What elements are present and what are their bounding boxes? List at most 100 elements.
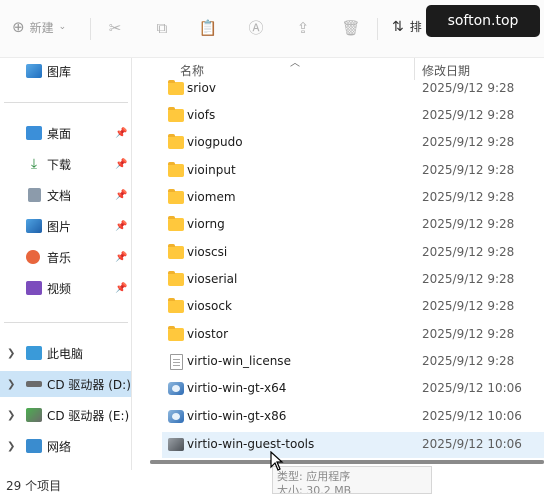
videos-icon — [26, 281, 42, 295]
rename-icon[interactable]: Ⓐ — [245, 17, 267, 39]
mouse-cursor-icon — [270, 451, 284, 471]
file-name: virtio-win_license — [187, 354, 291, 368]
installer-icon — [168, 382, 184, 395]
folder-icon — [168, 107, 184, 122]
sidebar-item-label: 视频 — [47, 281, 72, 296]
sidebar-item-label: CD 驱动器 (D:) — [47, 377, 131, 392]
file-list: ︿ 名称 修改日期 sriov 2025/9/12 9:28 viofs 202… — [146, 58, 544, 470]
sidebar-item-gallery[interactable]: 图库 — [0, 58, 131, 84]
file-row[interactable]: virtio-win-gt-x86 2025/9/12 10:06 — [162, 404, 544, 430]
file-name: vioserial — [187, 272, 238, 286]
status-item-count: 29 个项目 — [6, 479, 62, 493]
installer-icon — [168, 410, 184, 423]
sidebar-item-music[interactable]: 音乐 📌 — [0, 244, 131, 270]
file-row[interactable]: viofs 2025/9/12 9:28 — [162, 103, 544, 129]
scrollbar-thumb[interactable] — [150, 460, 544, 464]
file-date: 2025/9/12 9:28 — [422, 163, 515, 177]
gallery-icon — [26, 64, 42, 78]
copy-icon[interactable]: ⧉ — [151, 17, 173, 39]
file-row[interactable]: sriov 2025/9/12 9:28 — [162, 76, 544, 102]
navigation-pane: 图库 桌面 📌 ⤓ 下载 📌 文档 📌 图片 📌 音乐 📌 视频 📌 ❯ 此电脑… — [0, 58, 131, 470]
folder-icon — [168, 189, 184, 204]
tooltip-size: 大小: 30.2 MB — [277, 484, 352, 494]
pin-icon[interactable]: 📌 — [115, 159, 127, 170]
chevron-right-icon[interactable]: ❯ — [7, 379, 15, 390]
file-name: viogpudo — [187, 135, 243, 149]
sort-button[interactable]: ⇅ 排 — [392, 18, 422, 35]
file-row[interactable]: virtio-win-guest-tools 2025/9/12 10:06 — [162, 432, 544, 458]
sidebar-item-desktop[interactable]: 桌面 📌 — [0, 120, 131, 146]
sidebar-item-downloads[interactable]: ⤓ 下载 📌 — [0, 151, 131, 177]
pin-icon[interactable]: 📌 — [115, 128, 127, 139]
file-date: 2025/9/12 9:28 — [422, 354, 515, 368]
file-row[interactable]: viosock 2025/9/12 9:28 — [162, 294, 544, 320]
file-name: vioscsi — [187, 245, 228, 259]
sidebar-item-label: CD 驱动器 (E:) — [47, 408, 130, 423]
cut-icon[interactable]: ✂ — [104, 17, 126, 39]
file-date: 2025/9/12 9:28 — [422, 190, 515, 204]
share-icon[interactable]: ⇪ — [292, 17, 314, 39]
file-date: 2025/9/12 9:28 — [422, 81, 515, 95]
sidebar-item-documents[interactable]: 文档 📌 — [0, 182, 131, 208]
folder-icon — [168, 244, 184, 259]
file-row[interactable]: vioscsi 2025/9/12 9:28 — [162, 240, 544, 266]
folder-icon — [168, 326, 184, 341]
chevron-right-icon[interactable]: ❯ — [7, 348, 15, 359]
pin-icon[interactable]: 📌 — [115, 283, 127, 294]
pin-icon[interactable]: 📌 — [115, 221, 127, 232]
file-name: virtio-win-guest-tools — [187, 437, 315, 451]
file-row[interactable]: virtio-win-gt-x64 2025/9/12 10:06 — [162, 376, 544, 402]
command-bar: ⊕ 新建 ⌄ ✂ ⧉ 📋 Ⓐ ⇪ 🗑 ⇅ 排 softon.top — [0, 0, 544, 58]
file-date: 2025/9/12 9:28 — [422, 299, 515, 313]
folder-icon — [168, 80, 184, 95]
delete-icon[interactable]: 🗑 — [340, 17, 362, 39]
sidebar-item-this-pc[interactable]: ❯ 此电脑 — [0, 340, 131, 366]
file-row[interactable]: vioserial 2025/9/12 9:28 — [162, 267, 544, 293]
file-name: viostor — [187, 327, 229, 341]
documents-icon — [28, 188, 41, 202]
chevron-right-icon[interactable]: ❯ — [7, 410, 15, 421]
cd-drive-icon — [26, 408, 42, 422]
file-tooltip: 类型: 应用程序 大小: 30.2 MB — [272, 466, 432, 494]
file-name: vioinput — [187, 163, 236, 177]
chevron-right-icon[interactable]: ❯ — [7, 441, 15, 452]
file-row[interactable]: viogpudo 2025/9/12 9:28 — [162, 130, 544, 156]
folder-icon — [168, 134, 184, 149]
sidebar-item-cd-drive-d[interactable]: ❯ CD 驱动器 (D:) — [0, 371, 131, 397]
pin-icon[interactable]: 📌 — [115, 252, 127, 263]
file-row[interactable]: viorng 2025/9/12 9:28 — [162, 212, 544, 238]
cd-drive-icon — [26, 381, 42, 387]
new-button-label: 新建 — [29, 20, 54, 35]
file-date: 2025/9/12 9:28 — [422, 272, 515, 286]
file-row[interactable]: viostor 2025/9/12 9:28 — [162, 322, 544, 348]
file-row[interactable]: vioinput 2025/9/12 9:28 — [162, 158, 544, 184]
sidebar-item-label: 此电脑 — [47, 346, 84, 361]
sidebar-item-videos[interactable]: 视频 📌 — [0, 275, 131, 301]
paste-icon[interactable]: 📋 — [197, 17, 219, 39]
sidebar-item-label: 桌面 — [47, 126, 72, 141]
pin-icon[interactable]: 📌 — [115, 190, 127, 201]
file-row[interactable]: virtio-win_license 2025/9/12 9:28 — [162, 349, 544, 375]
plus-circle-icon: ⊕ — [12, 18, 25, 36]
file-date: 2025/9/12 9:28 — [422, 245, 515, 259]
sidebar-item-pictures[interactable]: 图片 📌 — [0, 213, 131, 239]
pane-splitter[interactable] — [131, 58, 132, 470]
sidebar-item-network[interactable]: ❯ 网络 — [0, 433, 131, 459]
sidebar-item-label: 下载 — [47, 157, 72, 172]
horizontal-scrollbar[interactable] — [150, 460, 544, 464]
sort-button-label: 排 — [409, 20, 422, 34]
toolbar-divider — [377, 18, 378, 40]
sidebar-item-label: 文档 — [47, 188, 72, 203]
file-date: 2025/9/12 9:28 — [422, 217, 515, 231]
file-name: viorng — [187, 217, 225, 231]
folder-icon — [168, 298, 184, 313]
download-icon: ⤓ — [30, 156, 38, 172]
sort-icon: ⇅ — [392, 18, 404, 35]
sidebar-item-cd-drive-e[interactable]: ❯ CD 驱动器 (E:) — [0, 402, 131, 428]
tooltip-type: 类型: 应用程序 — [277, 470, 351, 483]
file-date: 2025/9/12 10:06 — [422, 381, 522, 395]
file-row[interactable]: viomem 2025/9/12 9:28 — [162, 185, 544, 211]
document-icon — [170, 354, 183, 370]
sort-ascending-icon: ︿ — [290, 58, 300, 69]
new-button[interactable]: ⊕ 新建 ⌄ — [12, 18, 66, 36]
